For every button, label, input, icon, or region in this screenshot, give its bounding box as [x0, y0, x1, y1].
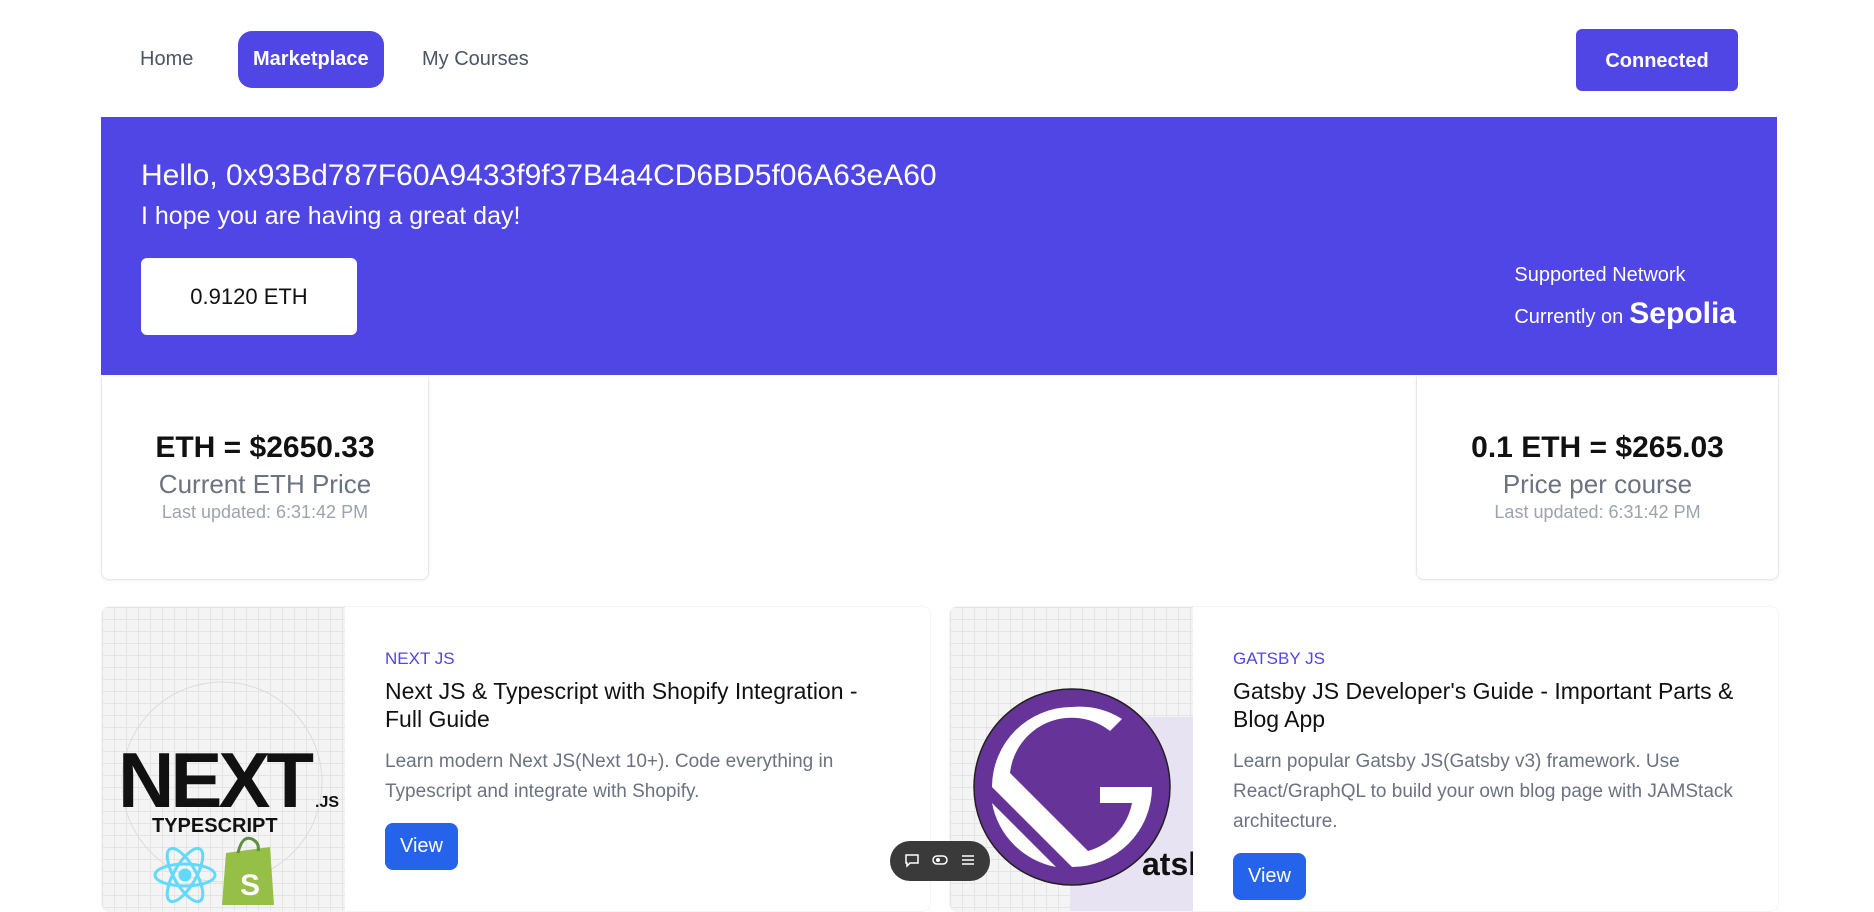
- wallet-banner: Hello, 0x93Bd787F60A9433f9f37B4a4CD6BD5f…: [101, 117, 1777, 375]
- svg-text:S: S: [240, 869, 260, 902]
- connected-button[interactable]: Connected: [1576, 29, 1738, 91]
- course-body: NEXT JS Next JS & Typescript with Shopif…: [385, 649, 890, 870]
- toggle-icon[interactable]: [932, 852, 948, 871]
- svg-text:.JS: .JS: [315, 794, 339, 811]
- greeting: Hello, 0x93Bd787F60A9433f9f37B4a4CD6BD5f…: [141, 159, 937, 192]
- course-price-card: 0.1 ETH = $265.03 Price per course Last …: [1416, 377, 1779, 580]
- svg-text:atsb: atsb: [1142, 846, 1193, 882]
- course-description: Learn modern Next JS(Next 10+). Code eve…: [385, 751, 834, 802]
- course-category: NEXT JS: [385, 649, 455, 668]
- floating-toolbar: [890, 841, 990, 881]
- course-thumbnail: NEXT .JS TYPESCRIPT S: [102, 607, 345, 911]
- course-title: Next JS & Typescript with Shopify Integr…: [385, 678, 858, 732]
- view-button[interactable]: View: [385, 823, 458, 870]
- course-card: NEXT .JS TYPESCRIPT S NEXT JS Next JS & …: [101, 606, 931, 912]
- top-nav: Home Marketplace My Courses Connected: [0, 0, 1874, 117]
- eth-price-label: Current ETH Price: [158, 469, 372, 499]
- eth-price: ETH = $2650.33: [155, 431, 375, 464]
- network-name: Sepolia: [1629, 297, 1736, 330]
- course-card: atsb GATSBY JS Gatsby JS Developer's Gui…: [949, 606, 1779, 912]
- svg-text:TYPESCRIPT: TYPESCRIPT: [152, 815, 278, 837]
- nav-my-courses[interactable]: My Courses: [407, 31, 544, 88]
- nav-home[interactable]: Home: [125, 31, 208, 88]
- network-label: Supported Network: [1514, 264, 1686, 286]
- course-category: GATSBY JS: [1233, 649, 1325, 668]
- menu-icon[interactable]: [960, 852, 976, 871]
- svg-text:NEXT: NEXT: [118, 736, 313, 824]
- nav-marketplace[interactable]: Marketplace: [238, 31, 384, 88]
- comment-icon[interactable]: [904, 852, 920, 871]
- view-button[interactable]: View: [1233, 853, 1306, 900]
- course-body: GATSBY JS Gatsby JS Developer's Guide - …: [1233, 649, 1738, 900]
- course-price: 0.1 ETH = $265.03: [1471, 431, 1724, 464]
- eth-balance: 0.9120 ETH: [141, 258, 357, 335]
- eth-price-card: ETH = $2650.33 Current ETH Price Last up…: [101, 377, 429, 580]
- greeting-subtitle: I hope you are having a great day!: [141, 202, 521, 230]
- nextjs-logo-icon: NEXT .JS TYPESCRIPT S: [118, 681, 339, 905]
- network-info: Supported Network Currently on Sepolia: [1514, 264, 1736, 331]
- current-network: Currently on Sepolia: [1514, 297, 1736, 331]
- eth-price-updated: Last updated: 6:31:42 PM: [161, 502, 369, 522]
- course-price-label: Price per course: [1502, 469, 1693, 499]
- currently-on-label: Currently on: [1514, 306, 1624, 328]
- course-title: Gatsby JS Developer's Guide - Important …: [1233, 678, 1734, 732]
- course-description: Learn popular Gatsby JS(Gatsby v3) frame…: [1233, 751, 1733, 832]
- course-price-updated: Last updated: 6:31:42 PM: [1494, 502, 1701, 522]
